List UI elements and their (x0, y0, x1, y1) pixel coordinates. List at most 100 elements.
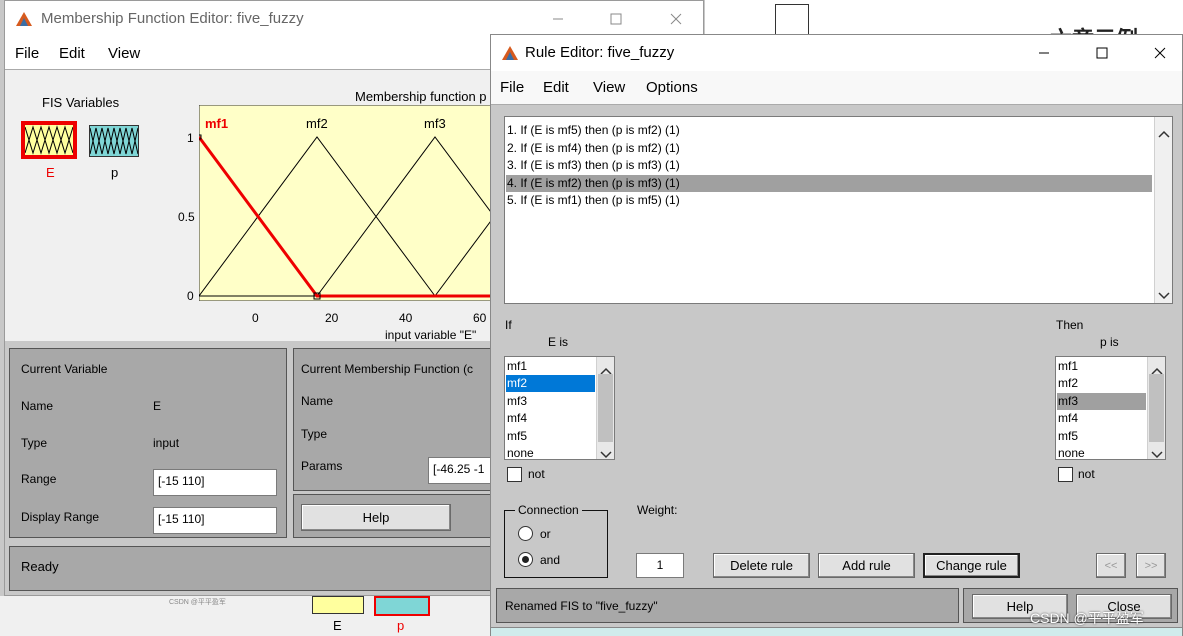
minimize-button[interactable] (1021, 35, 1067, 71)
mf-label-mf2: mf2 (306, 116, 328, 131)
add-rule-button[interactable]: Add rule (818, 553, 915, 578)
scroll-down-icon[interactable] (1151, 446, 1163, 459)
plot-xlabel: input variable "E" (385, 328, 477, 342)
var-p-box[interactable] (89, 125, 139, 157)
input-not-label: not (528, 467, 545, 481)
menu-view[interactable]: View (108, 45, 140, 62)
next-button[interactable]: >> (1136, 553, 1166, 578)
list-item[interactable]: none (506, 445, 595, 459)
menu-file[interactable]: File (500, 79, 524, 96)
and-radio[interactable] (518, 552, 533, 567)
output-var-label: p is (1100, 335, 1119, 349)
rule-editor-title: Rule Editor: five_fuzzy (525, 44, 675, 61)
var-p-label-bottom: p (397, 618, 405, 633)
list-item[interactable]: mf5 (1057, 428, 1146, 445)
minimize-button[interactable] (535, 1, 581, 37)
if-label: If (505, 318, 512, 332)
scroll-down-icon[interactable] (1158, 287, 1170, 303)
output-not-label: not (1078, 467, 1095, 481)
delete-rule-button[interactable]: Delete rule (713, 553, 810, 578)
xtick-40: 40 (399, 311, 413, 325)
mf-watermark: CSDN @平平盈军 (169, 599, 226, 606)
ytick-0: 0 (187, 289, 194, 303)
scroll-up-icon[interactable] (1158, 125, 1170, 143)
var-e-label-bottom: E (333, 618, 342, 633)
xtick-20: 20 (325, 311, 339, 325)
type-label: Type (21, 436, 48, 450)
input-var-label: E is (548, 335, 569, 349)
mf-name-label: Name (301, 394, 334, 408)
list-item[interactable]: mf3 (506, 393, 595, 410)
list-item-selected[interactable]: mf3 (1057, 393, 1146, 410)
list-item[interactable]: mf1 (506, 358, 595, 375)
mf-help-button[interactable]: Help (301, 504, 451, 531)
list-item[interactable]: mf1 (1057, 358, 1146, 375)
output-not-checkbox[interactable] (1058, 467, 1073, 482)
menu-options[interactable]: Options (646, 79, 698, 96)
input-mf-list[interactable]: mf1 mf2 mf3 mf4 mf5 none (504, 356, 615, 460)
matlab-icon (15, 10, 33, 28)
rule-item[interactable]: 3. If (E is mf3) then (p is mf3) (1) (506, 157, 1152, 174)
mf-plot[interactable] (196, 104, 500, 302)
name-value: E (153, 399, 162, 413)
rules-list[interactable]: 1. If (E is mf5) then (p is mf2) (1) 2. … (504, 116, 1173, 304)
next-window-strip (491, 627, 1182, 636)
close-button[interactable] (653, 1, 699, 37)
background-strip-bottom: E p (0, 596, 490, 636)
rule-item-selected[interactable]: 4. If (E is mf2) then (p is mf3) (1) (506, 175, 1152, 192)
mf-status-panel: Ready (9, 546, 493, 591)
scroll-thumb[interactable] (1149, 374, 1164, 442)
rule-editor-titlebar: Rule Editor: five_fuzzy (491, 35, 1182, 71)
list-item-selected[interactable]: mf2 (506, 375, 595, 392)
display-range-label: Display Range (21, 510, 100, 524)
maximize-button[interactable] (1079, 35, 1125, 71)
list-item[interactable]: none (1057, 445, 1146, 459)
input-list-scrollbar[interactable] (596, 357, 614, 459)
current-variable-panel: Current Variable Name E Type input Range… (9, 348, 287, 538)
name-label: Name (21, 399, 54, 413)
params-field[interactable]: [-46.25 -1 (428, 457, 494, 484)
ytick-05: 0.5 (178, 210, 195, 224)
scroll-thumb[interactable] (598, 374, 613, 442)
rule-editor-menubar: File Edit View Options (491, 71, 1182, 105)
xtick-0: 0 (252, 311, 259, 325)
list-item[interactable]: mf4 (506, 410, 595, 427)
current-variable-title: Current Variable (21, 362, 108, 376)
rule-item[interactable]: 5. If (E is mf1) then (p is mf5) (1) (506, 192, 1152, 209)
menu-edit[interactable]: Edit (543, 79, 569, 96)
list-item[interactable]: mf2 (1057, 375, 1146, 392)
display-range-field[interactable]: [-15 110] (153, 507, 277, 534)
menu-edit[interactable]: Edit (59, 45, 85, 62)
type-value: input (153, 436, 180, 450)
rule-item[interactable]: 1. If (E is mf5) then (p is mf2) (1) (506, 122, 1152, 139)
rule-item[interactable]: 2. If (E is mf4) then (p is mf2) (1) (506, 140, 1152, 157)
var-e-box[interactable] (21, 121, 77, 159)
previous-button[interactable]: << (1096, 553, 1126, 578)
rule-status-text: Renamed FIS to "five_fuzzy" (505, 599, 658, 613)
mf-editor-title: Membership Function Editor: five_fuzzy (41, 10, 304, 27)
menu-file[interactable]: File (15, 45, 39, 62)
input-not-checkbox[interactable] (507, 467, 522, 482)
plot-title: Membership function p (355, 89, 487, 104)
output-mf-list[interactable]: mf1 mf2 mf3 mf4 mf5 none (1055, 356, 1166, 460)
maximize-button[interactable] (593, 1, 639, 37)
change-rule-button[interactable]: Change rule (923, 553, 1020, 578)
output-list-scrollbar[interactable] (1147, 357, 1165, 459)
rules-scrollbar[interactable] (1154, 117, 1172, 303)
menu-view[interactable]: View (593, 79, 625, 96)
mf-plot-svg[interactable] (196, 104, 500, 302)
or-radio[interactable] (518, 526, 533, 541)
ytick-1: 1 (187, 131, 194, 145)
range-field[interactable]: [-15 110] (153, 469, 277, 496)
and-radio-dot (522, 556, 529, 563)
list-item[interactable]: mf5 (506, 428, 595, 445)
watermark: CSDN @平平盈军 (1030, 610, 1144, 626)
rule-status-panel: Renamed FIS to "five_fuzzy" (496, 588, 959, 623)
list-item[interactable]: mf4 (1057, 410, 1146, 427)
var-e-thumb (312, 596, 364, 614)
scroll-down-icon[interactable] (600, 446, 612, 459)
close-button[interactable] (1137, 35, 1183, 71)
var-p-thumb (374, 596, 430, 616)
background-diagram-block (775, 4, 809, 36)
weight-field[interactable]: 1 (636, 553, 684, 578)
